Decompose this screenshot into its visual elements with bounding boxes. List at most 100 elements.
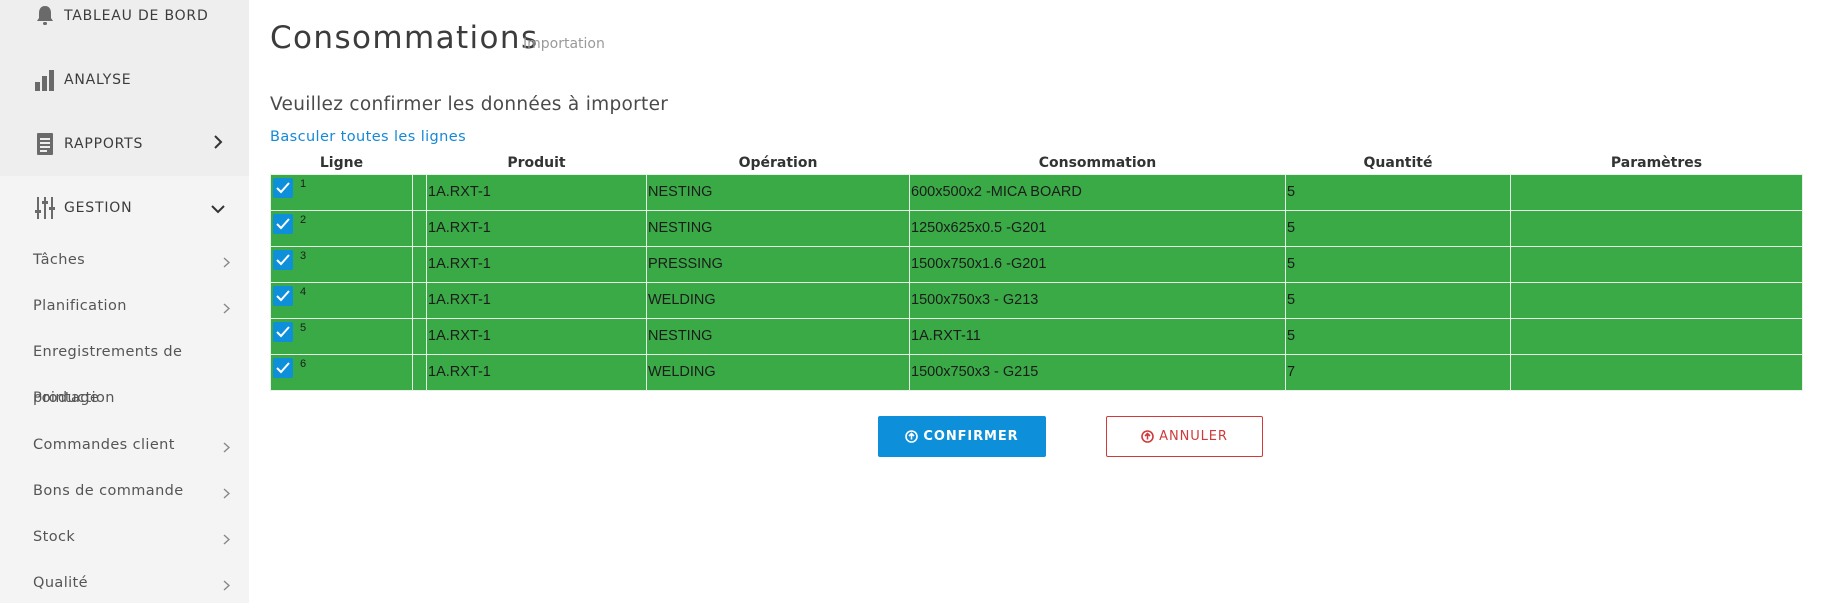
chevron-right-icon: [223, 533, 231, 549]
row-number: 1: [300, 177, 307, 190]
import-table: Ligne Produit Opération Consommation Qua…: [270, 152, 1803, 391]
row-number: 6: [300, 357, 307, 370]
row-checkbox[interactable]: [273, 321, 293, 342]
row-spacer: [412, 317, 427, 355]
cell-parametres: [1510, 173, 1803, 211]
row-select-cell[interactable]: 5: [270, 317, 413, 355]
cell-quantite: 5: [1285, 209, 1511, 247]
cell-consommation: 1250x625x0.5 -G201: [909, 209, 1286, 247]
page-title: Consommations: [270, 20, 539, 56]
cell-operation: PRESSING: [646, 245, 910, 283]
row-spacer: [412, 173, 427, 211]
nav-label: TABLEAU DE BORD: [64, 8, 209, 24]
sidebar-item-commandes-client[interactable]: Commandes client: [33, 437, 231, 453]
cell-quantite: 5: [1285, 245, 1511, 283]
sidebar-item-qualite[interactable]: Qualité: [33, 575, 231, 591]
sidebar-item-label: Tâches: [33, 252, 86, 268]
sidebar-item-label: Enregistrements de: [33, 344, 183, 360]
cell-operation: WELDING: [646, 353, 910, 391]
row-number: 3: [300, 249, 307, 262]
cell-produit: 1A.RXT-1: [426, 317, 647, 355]
cell-parametres: [1510, 281, 1803, 319]
sliders-icon: [34, 196, 56, 220]
instruction-text: Veuillez confirmer les données à importe…: [270, 94, 669, 115]
cancel-button[interactable]: ANNULER: [1106, 416, 1263, 457]
sidebar-item-stock[interactable]: Stock: [33, 529, 231, 545]
row-spacer: [412, 209, 427, 247]
cell-consommation: 1A.RXT-11: [909, 317, 1286, 355]
cell-consommation: 1500x750x1.6 -G201: [909, 245, 1286, 283]
sidebar-item-label: Qualité: [33, 575, 88, 591]
nav-item-rapports[interactable]: RAPPORTS: [0, 112, 249, 176]
row-spacer: [412, 245, 427, 283]
header-ligne: Ligne: [319, 154, 364, 171]
table-row[interactable]: 6 1A.RXT-1 WELDING 1500x750x3 - G215 7: [270, 353, 1803, 391]
header-produit: Produit: [507, 154, 566, 171]
nav-item-tableau-de-bord[interactable]: TABLEAU DE BORD: [0, 0, 249, 48]
cell-operation: NESTING: [646, 317, 910, 355]
table-row[interactable]: 1 1A.RXT-1 NESTING 600x500x2 -MICA BOARD…: [270, 173, 1803, 211]
sidebar-item-bons-de-commande[interactable]: Bons de commande: [33, 483, 231, 499]
cell-quantite: 5: [1285, 173, 1511, 211]
header-quantite: Quantité: [1363, 154, 1433, 171]
chevron-right-icon: [213, 135, 223, 153]
chevron-right-icon: [223, 441, 231, 457]
row-select-cell[interactable]: 1: [270, 173, 413, 211]
table-row[interactable]: 4 1A.RXT-1 WELDING 1500x750x3 - G213 5: [270, 281, 1803, 319]
nav-label: RAPPORTS: [64, 136, 144, 152]
header-consommation: Consommation: [1038, 154, 1157, 171]
circle-arrow-up-icon: [905, 430, 919, 443]
row-select-cell[interactable]: 4: [270, 281, 413, 319]
sidebar-item-taches[interactable]: Tâches: [33, 252, 231, 268]
confirm-button[interactable]: CONFIRMER: [878, 416, 1046, 457]
row-checkbox[interactable]: [273, 285, 293, 306]
table-row[interactable]: 2 1A.RXT-1 NESTING 1250x625x0.5 -G201 5: [270, 209, 1803, 247]
cell-quantite: 7: [1285, 353, 1511, 391]
row-checkbox[interactable]: [273, 357, 293, 378]
cell-parametres: [1510, 353, 1803, 391]
cell-quantite: 5: [1285, 317, 1511, 355]
cell-produit: 1A.RXT-1: [426, 353, 647, 391]
table-header-row: Ligne Produit Opération Consommation Qua…: [271, 152, 1803, 174]
table-row[interactable]: 5 1A.RXT-1 NESTING 1A.RXT-11 5: [270, 317, 1803, 355]
bell-icon: [34, 4, 56, 28]
row-number: 5: [300, 321, 307, 334]
cell-quantite: 5: [1285, 281, 1511, 319]
cell-parametres: [1510, 209, 1803, 247]
row-number: 2: [300, 213, 307, 226]
chevron-right-icon: [223, 302, 231, 318]
cell-consommation: 600x500x2 -MICA BOARD: [909, 173, 1286, 211]
cell-parametres: [1510, 317, 1803, 355]
chevron-right-icon: [223, 579, 231, 595]
header-operation: Opération: [738, 154, 818, 171]
circle-arrow-up-icon: [1141, 430, 1154, 443]
row-checkbox[interactable]: [273, 213, 293, 234]
row-spacer: [412, 353, 427, 391]
nav-item-analyse[interactable]: ANALYSE: [0, 48, 249, 112]
sidebar-item-label: Planification: [33, 298, 127, 314]
row-checkbox[interactable]: [273, 177, 293, 198]
bar-chart-icon: [34, 68, 56, 92]
cell-operation: WELDING: [646, 281, 910, 319]
page-subtitle: Importation: [523, 36, 605, 52]
main-content: Consommations Importation Veuillez confi…: [249, 0, 1821, 603]
table-row[interactable]: 3 1A.RXT-1 PRESSING 1500x750x1.6 -G201 5: [270, 245, 1803, 283]
cell-parametres: [1510, 245, 1803, 283]
row-select-cell[interactable]: 2: [270, 209, 413, 247]
header-spacer: [413, 152, 427, 174]
toggle-all-rows-link[interactable]: Basculer toutes les lignes: [270, 129, 466, 145]
sidebar-item-pointage[interactable]: Pointage: [33, 390, 223, 406]
cell-operation: NESTING: [646, 173, 910, 211]
row-spacer: [412, 281, 427, 319]
gestion-section: GESTION Tâches Planification Enregistrem…: [0, 176, 249, 603]
sidebar-item-enregistrements[interactable]: Enregistrements de: [33, 344, 223, 360]
row-checkbox[interactable]: [273, 249, 293, 270]
sidebar-item-planification[interactable]: Planification: [33, 298, 231, 314]
row-select-cell[interactable]: 3: [270, 245, 413, 283]
nav-item-gestion[interactable]: GESTION: [0, 176, 249, 240]
sidebar: TABLEAU DE BORD ANALYSE RAPPORTS GESTION: [0, 0, 249, 603]
cell-consommation: 1500x750x3 - G215: [909, 353, 1286, 391]
confirm-label: CONFIRMER: [923, 429, 1019, 444]
cell-produit: 1A.RXT-1: [426, 209, 647, 247]
row-select-cell[interactable]: 6: [270, 353, 413, 391]
